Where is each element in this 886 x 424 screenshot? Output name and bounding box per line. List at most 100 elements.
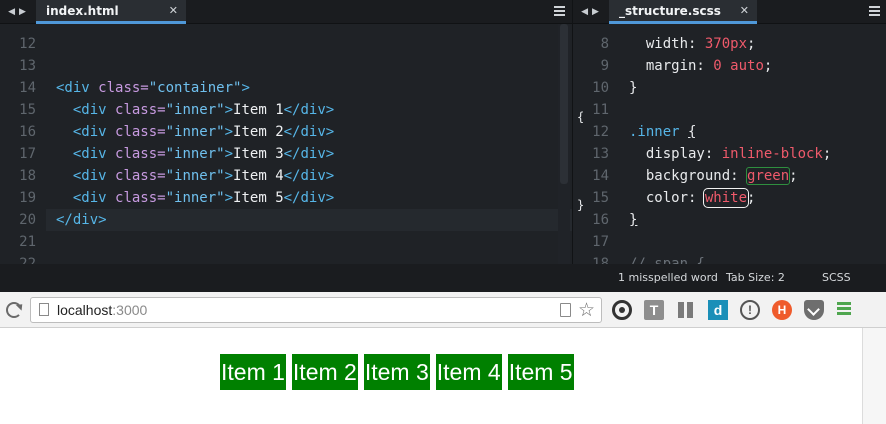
fold-open-brace-marker[interactable]: { (577, 106, 584, 128)
container: Item 1 Item 2 Item 3 Item 4 Item 5 (220, 354, 580, 390)
code-line[interactable]: <div class="inner">Item 2</div> (56, 121, 334, 143)
line-number-gutter: 8 9 10 11 12 13 14 15 16 17 18 (573, 24, 619, 264)
tab-close-icon[interactable]: ✕ (740, 3, 749, 19)
line-number: 13 (592, 146, 609, 162)
extension-reader-icon[interactable] (612, 300, 632, 320)
code-token: <div (72, 102, 116, 118)
code-token: background: (629, 168, 748, 184)
bookmark-star-icon[interactable]: ☆ (578, 299, 595, 321)
code-token: Item 5 (233, 190, 284, 206)
code-token: class= (98, 80, 149, 96)
status-tab-size[interactable]: Tab Size: 2 (726, 264, 785, 292)
editor-pane-right: ◀ ▶ _structure.scss ✕ 8 9 10 11 12 13 14 15 16 17… (572, 0, 886, 264)
tab-close-icon[interactable]: ✕ (169, 3, 178, 19)
tab-index-html[interactable]: index.html ✕ (36, 0, 186, 24)
line-number: 14 (592, 168, 609, 184)
code-token: ; (747, 190, 756, 206)
line-number: 13 (19, 58, 36, 74)
code-line[interactable]: display: inline-block; (629, 143, 831, 165)
browser-menu-icon[interactable] (834, 300, 854, 320)
code-line[interactable]: width: 370px; (629, 33, 756, 55)
code-area-scss[interactable]: width: 370px; margin: 0 auto;} .inner { d… (619, 24, 886, 264)
tab-back-icon[interactable]: ◀ (581, 0, 588, 24)
code-token: <div (72, 190, 116, 206)
code-token: class= (115, 190, 166, 206)
pane-menu-icon[interactable] (554, 6, 565, 16)
editor-scrollbar-left[interactable] (558, 24, 570, 264)
code-token: > (224, 168, 234, 184)
code-token: "inner" (165, 146, 225, 162)
tab-back-icon[interactable]: ◀ (8, 0, 15, 24)
code-line[interactable]: <div class="inner">Item 4</div> (56, 165, 334, 187)
code-token: class= (115, 168, 166, 184)
line-number: 8 (600, 36, 609, 52)
code-token: > (224, 124, 234, 140)
page-viewport: Item 1 Item 2 Item 3 Item 4 Item 5 (0, 328, 862, 424)
tab-forward-icon[interactable]: ▶ (19, 0, 26, 24)
code-line[interactable]: </div> (56, 209, 107, 231)
code-line[interactable]: <div class="inner">Item 3</div> (56, 143, 334, 165)
line-number-gutter: 12 13 14 15 16 17 18 19 20 21 22 (0, 24, 46, 264)
extension-pocket-icon[interactable] (804, 300, 824, 320)
code-line[interactable]: // span { (629, 253, 705, 264)
inner-item: Item 2 (291, 354, 358, 390)
code-token: display: (629, 146, 722, 162)
code-token: inline-block (721, 146, 823, 162)
editor-pane-left: ◀ ▶ index.html ✕ 12 13 14 15 16 17 18 19 20 21 22 … (0, 0, 572, 264)
code-token: color: (629, 190, 705, 206)
line-number: 17 (592, 234, 609, 250)
tab-structure-scss[interactable]: _structure.scss ✕ (609, 0, 757, 24)
extension-d-icon[interactable]: d (708, 300, 728, 320)
code-editor: ◀ ▶ index.html ✕ 12 13 14 15 16 17 18 19 20 21 22 … (0, 0, 886, 292)
code-line[interactable]: } (629, 77, 637, 99)
browser-toolbar: localhost:3000 ☆ T d ! H (0, 292, 886, 328)
code-token: class= (115, 102, 166, 118)
code-line[interactable]: .inner { (629, 121, 696, 143)
extension-pause-icon[interactable] (676, 300, 696, 320)
code-token: "inner" (165, 124, 225, 140)
page-scrollbar[interactable] (862, 328, 886, 424)
code-line[interactable]: color: white; (629, 187, 755, 209)
code-line[interactable]: <div class="inner">Item 1</div> (56, 99, 334, 121)
extension-t-icon[interactable]: T (644, 300, 664, 320)
inner-item: Item 4 (435, 354, 502, 390)
tab-nav-arrows: ◀ ▶ (573, 0, 607, 24)
line-number: 10 (592, 80, 609, 96)
address-bar[interactable]: localhost:3000 ☆ (30, 297, 602, 323)
code-area-html[interactable]: <div class="container"> <div class="inne… (46, 24, 572, 264)
url-text[interactable]: localhost:3000 (57, 301, 147, 319)
code-token: 0 auto (713, 58, 764, 74)
inner-item: Item 3 (363, 354, 430, 390)
status-syntax[interactable]: SCSS (822, 264, 851, 292)
code-line[interactable]: } (629, 209, 637, 231)
scroll-thumb[interactable] (560, 24, 568, 184)
line-number: 21 (19, 234, 36, 250)
tab-title: index.html (46, 4, 119, 18)
pane-menu-icon[interactable] (869, 6, 880, 16)
code-line[interactable]: background: green; (629, 165, 798, 187)
code-token: class= (115, 124, 166, 140)
extension-h-icon[interactable]: H (772, 300, 792, 320)
code-token: Item 1 (233, 102, 284, 118)
code-token: "inner" (165, 102, 225, 118)
status-spelling[interactable]: 1 misspelled word (618, 264, 718, 292)
code-token: white (702, 188, 750, 208)
line-number: 14 (19, 80, 36, 96)
code-line[interactable]: <div class="inner">Item 5</div> (56, 187, 334, 209)
reload-icon[interactable] (6, 302, 22, 318)
current-line-highlight (46, 209, 572, 231)
fold-close-brace-marker[interactable]: } (577, 194, 584, 216)
page-action-icon[interactable] (560, 303, 571, 317)
status-bar: 1 misspelled word Tab Size: 2 SCSS (0, 264, 886, 292)
extension-info-icon[interactable]: ! (740, 300, 760, 320)
code-token: </div> (283, 124, 335, 140)
browser-window: localhost:3000 ☆ T d ! H Item 1 Item 2 Ite… (0, 292, 886, 424)
code-token: > (224, 190, 234, 206)
code-line[interactable]: margin: 0 auto; (629, 55, 772, 77)
tab-forward-icon[interactable]: ▶ (592, 0, 599, 24)
code-line[interactable]: <div class="container"> (56, 77, 250, 99)
line-number: 18 (19, 168, 36, 184)
